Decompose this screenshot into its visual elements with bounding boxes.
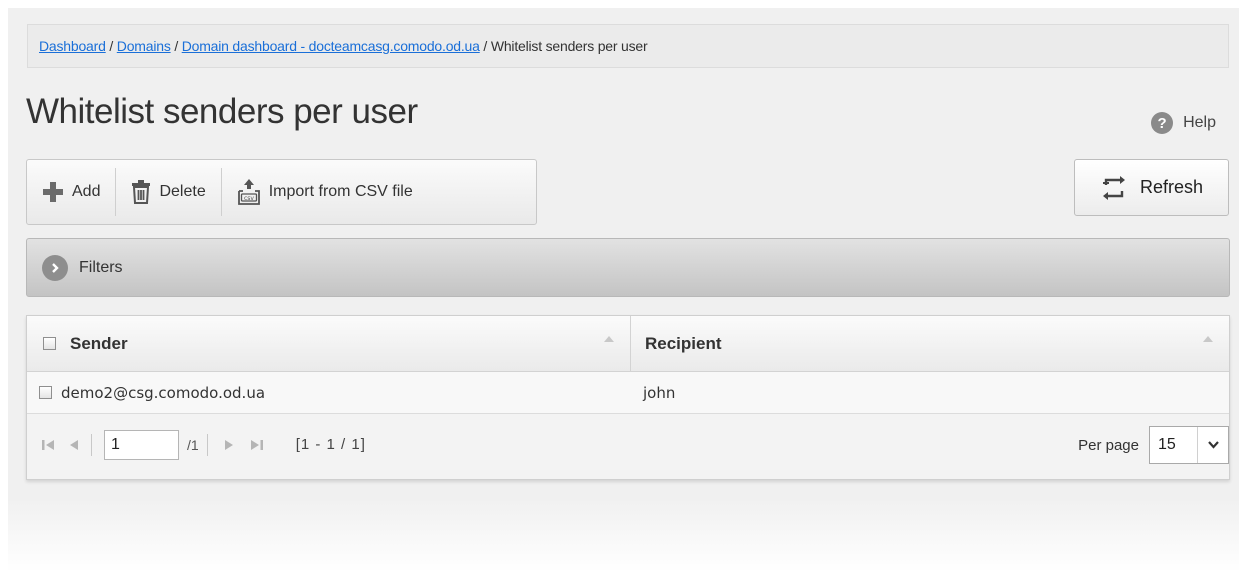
filters-label: Filters — [79, 258, 123, 276]
recipient-cell: john — [643, 383, 676, 402]
import-csv-button[interactable]: csv Import from CSV file — [222, 160, 428, 224]
page-range: [1 - 1 / 1] — [295, 436, 366, 453]
breadcrumb-separator: / — [105, 38, 117, 54]
delete-button-label: Delete — [159, 183, 206, 200]
sort-arrow-icon — [1203, 336, 1213, 342]
help-link[interactable]: ? Help — [1151, 112, 1216, 134]
filters-toggle[interactable]: Filters — [26, 238, 1230, 297]
last-page-icon[interactable] — [250, 438, 264, 452]
breadcrumb-domains-link[interactable]: Domains — [117, 38, 171, 54]
next-page-icon[interactable] — [224, 438, 234, 452]
sort-arrow-icon — [604, 336, 614, 342]
chevron-right-icon — [42, 254, 68, 281]
breadcrumb: Dashboard / Domains / Domain dashboard -… — [27, 24, 1229, 68]
trash-icon — [132, 180, 151, 204]
page-title: Whitelist senders per user — [26, 92, 418, 131]
add-button[interactable]: Add — [27, 160, 115, 224]
csv-upload-icon: csv — [237, 179, 260, 205]
toolbar: Add Delete csv Import from CSV file — [26, 159, 537, 225]
column-header-sender[interactable]: Sender — [27, 316, 631, 371]
column-header-recipient-label: Recipient — [645, 333, 722, 353]
table-row[interactable]: demo2@csg.comodo.od.ua john — [27, 372, 1229, 414]
prev-page-icon[interactable] — [69, 438, 79, 452]
per-page-control: Per page 15 — [1078, 426, 1229, 464]
breadcrumb-current: Whitelist senders per user — [490, 38, 648, 54]
row-checkbox[interactable] — [39, 386, 52, 399]
per-page-label: Per page — [1078, 436, 1139, 454]
plus-icon — [43, 182, 63, 202]
senders-table: Sender Recipient demo2@csg.comodo.od.ua … — [26, 315, 1230, 480]
column-header-recipient[interactable]: Recipient — [631, 316, 1229, 371]
delete-button[interactable]: Delete — [116, 160, 220, 224]
page-fade — [8, 498, 1239, 572]
select-all-checkbox[interactable] — [43, 337, 56, 350]
refresh-button[interactable]: Refresh — [1074, 159, 1229, 216]
sender-cell: demo2@csg.comodo.od.ua — [61, 383, 266, 402]
per-page-select[interactable]: 15 — [1149, 426, 1229, 464]
chevron-down-icon — [1197, 427, 1228, 463]
svg-text:csv: csv — [244, 195, 254, 202]
add-button-label: Add — [72, 183, 101, 200]
refresh-label: Refresh — [1139, 177, 1204, 197]
breadcrumb-separator: / — [479, 38, 491, 54]
breadcrumb-separator: / — [170, 38, 182, 54]
pagination-bar: /1 [1 - 1 / 1] Per page 15 — [27, 414, 1229, 475]
pager-divider — [206, 433, 208, 456]
page-total: /1 — [187, 436, 199, 453]
first-page-icon[interactable] — [41, 438, 55, 452]
per-page-value: 15 — [1158, 436, 1176, 453]
page-number-input[interactable] — [104, 429, 179, 460]
column-header-sender-label: Sender — [70, 333, 128, 353]
refresh-icon — [1102, 175, 1125, 200]
help-icon: ? — [1151, 112, 1174, 134]
pager-divider — [91, 433, 92, 456]
import-csv-label: Import from CSV file — [268, 183, 413, 200]
help-label: Help — [1183, 114, 1216, 131]
breadcrumb-domain-dashboard-link[interactable]: Domain dashboard - docteamcasg.comodo.od… — [182, 38, 480, 54]
table-header: Sender Recipient — [27, 316, 1229, 372]
breadcrumb-dashboard-link[interactable]: Dashboard — [39, 38, 106, 54]
